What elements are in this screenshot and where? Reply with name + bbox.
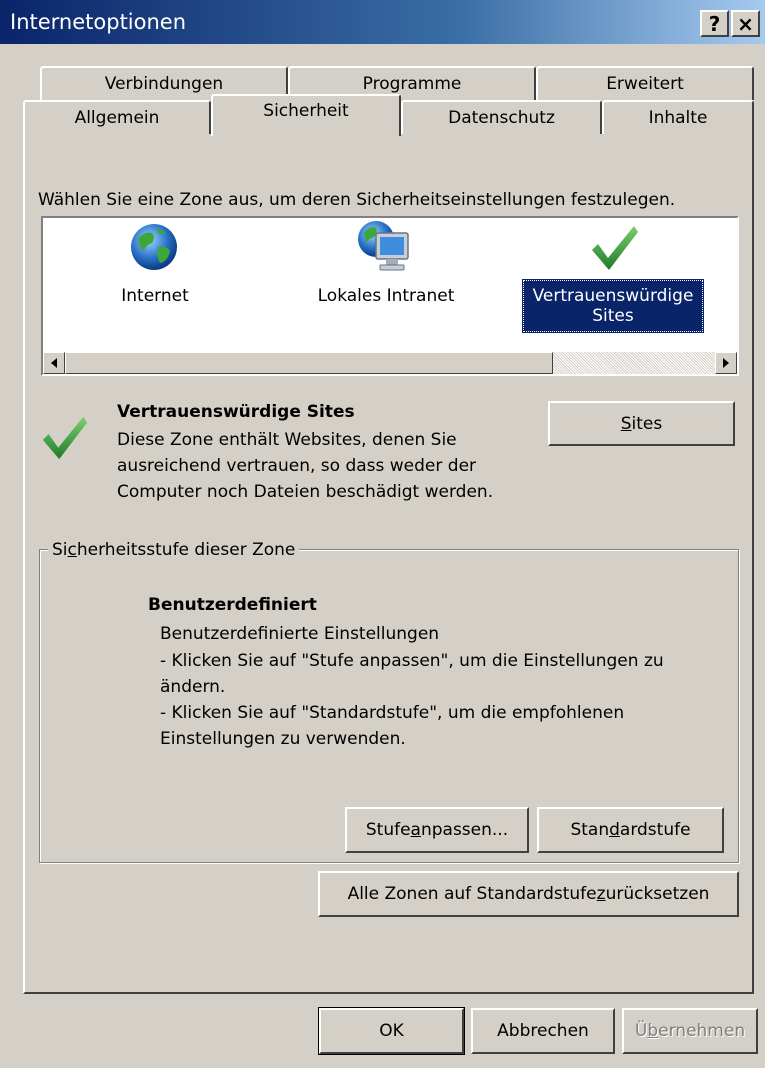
button-label: OK <box>379 1021 404 1041</box>
close-button[interactable]: × <box>731 10 760 37</box>
zone-label-internet[interactable]: Internet <box>95 286 215 306</box>
window-title: Internetoptionen <box>10 10 187 34</box>
reset-all-zones-button[interactable]: Alle Zonen auf Standardstufe z urücksetze… <box>318 871 739 917</box>
zone-label-line: Sites <box>592 306 634 326</box>
button-label: ernehmen <box>658 1021 746 1041</box>
button-label: Stan <box>570 820 610 840</box>
tab-allgemein[interactable]: Allgemein <box>23 100 211 134</box>
button-label: Ü <box>634 1021 648 1041</box>
tab-label: Inhalte <box>648 108 708 128</box>
group-label-text: Si <box>52 540 68 560</box>
zone-info-line: ausreichend vertrauen, so dass weder der <box>117 456 477 476</box>
group-label-text: herheitsstufe dieser Zone <box>76 540 296 560</box>
zone-info-line: Diese Zone enthält Websites, denen Sie <box>117 430 457 450</box>
tab-inhalte[interactable]: Inhalte <box>602 100 754 134</box>
tab-label: Erweitert <box>606 74 684 94</box>
security-level-desc: - Klicken Sie auf "Standardstufe", um di… <box>160 703 625 723</box>
tab-label: Verbindungen <box>104 74 224 94</box>
button-label: ites <box>631 413 663 434</box>
zone-info-title: Vertrauenswürdige Sites <box>117 402 355 422</box>
tab-label: Datenschutz <box>448 108 555 128</box>
security-level-desc: Einstellungen zu verwenden. <box>160 729 406 749</box>
button-label-accel: z <box>596 884 606 904</box>
button-label: Alle Zonen auf Standardstufe <box>347 884 597 904</box>
button-label: npassen... <box>420 820 509 840</box>
sites-button[interactable]: Sites <box>548 401 735 446</box>
tab-sicherheit[interactable]: Sicherheit <box>211 94 401 136</box>
button-label: Stufe <box>365 820 411 840</box>
tab-datenschutz[interactable]: Datenschutz <box>401 100 602 134</box>
scrollbar-thumb[interactable] <box>65 352 553 374</box>
security-level-desc: Benutzerdefinierte Einstellungen <box>160 624 440 644</box>
help-button[interactable]: ? <box>700 10 729 37</box>
security-level-desc: - Klicken Sie auf "Stufe anpassen", um d… <box>160 651 664 671</box>
intranet-icon[interactable] <box>356 219 412 281</box>
button-label-accel: a <box>410 820 421 840</box>
tab-erweitert[interactable]: Erweitert <box>536 66 754 100</box>
security-level-desc: ändern. <box>160 677 226 697</box>
button-label: Abbrechen <box>497 1021 589 1041</box>
default-level-button[interactable]: Stan d ardstufe <box>537 807 724 853</box>
scroll-right-icon[interactable] <box>715 352 737 374</box>
zone-instruction: Wählen Sie eine Zone aus, um deren Siche… <box>38 190 676 210</box>
checkmark-icon[interactable] <box>588 222 640 278</box>
button-label-accel: b <box>647 1021 659 1041</box>
zone-label-line: Vertrauenswürdige <box>532 286 694 306</box>
button-label: ardstufe <box>619 820 691 840</box>
checkmark-icon <box>38 413 90 467</box>
globe-icon[interactable] <box>128 221 180 277</box>
apply-button[interactable]: Üb ernehmen <box>622 1008 758 1054</box>
zone-label-vertrauenswuerdige-sites[interactable]: Vertrauenswürdige Sites <box>522 279 704 333</box>
button-label-accel: d <box>609 820 620 840</box>
custom-level-button[interactable]: Stufe a npassen... <box>345 807 529 853</box>
group-label-accel: c <box>67 540 77 560</box>
tab-label: Allgemein <box>74 108 160 128</box>
security-level-group-label: Sicherheitsstufe dieser Zone <box>48 540 300 560</box>
ok-button[interactable]: OK <box>318 1007 465 1055</box>
scroll-left-icon[interactable] <box>43 352 65 374</box>
security-level-name: Benutzerdefiniert <box>148 595 317 615</box>
zone-info-line: Computer noch Dateien beschädigt werden. <box>117 482 494 502</box>
cancel-button[interactable]: Abbrechen <box>471 1008 615 1054</box>
tab-label: Sicherheit <box>263 101 349 121</box>
button-label: urücksetzen <box>605 884 710 904</box>
button-label-accel: S <box>620 413 632 434</box>
zone-label-lokales-intranet[interactable]: Lokales Intranet <box>306 286 466 306</box>
tab-label: Programme <box>362 74 462 94</box>
